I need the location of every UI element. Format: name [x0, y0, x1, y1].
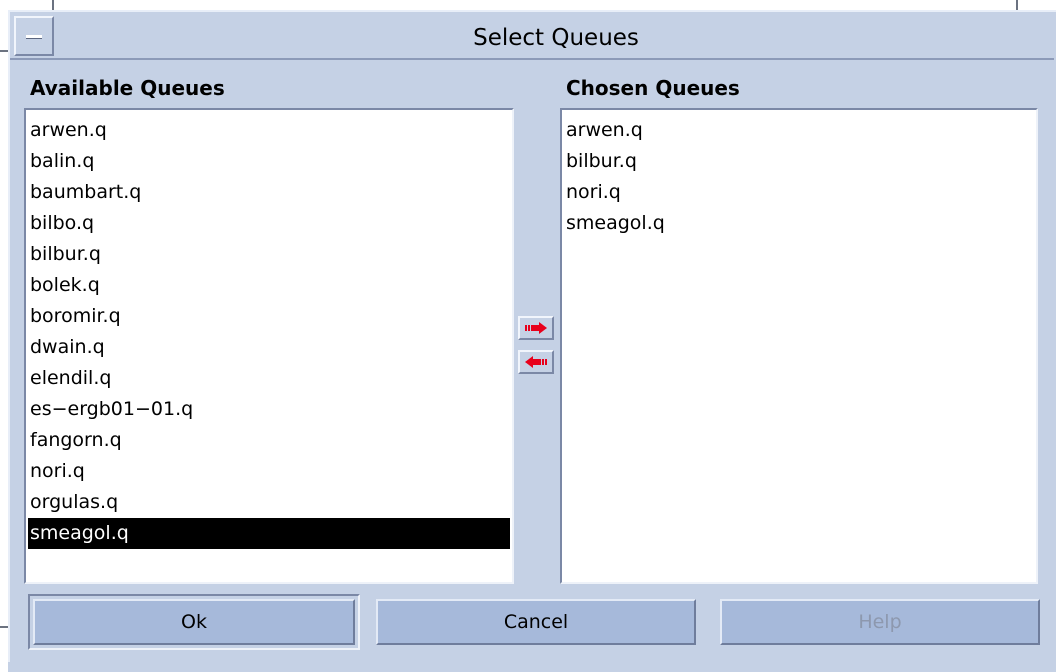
list-item[interactable]: elendil.q: [28, 363, 510, 394]
list-item[interactable]: es−ergb01−01.q: [28, 394, 510, 425]
available-queues-items: arwen.q balin.q baumbart.q bilbo.q bilbur.q b…: [28, 115, 510, 549]
right-arrow-icon: [525, 322, 547, 334]
list-item[interactable]: boromir.q: [28, 301, 510, 332]
list-item[interactable]: nori.q: [28, 456, 510, 487]
list-item[interactable]: balin.q: [28, 146, 510, 177]
available-queues-label: Available Queues: [30, 76, 225, 100]
chosen-queues-list[interactable]: arwen.q bilbur.q nori.q smeagol.q: [560, 108, 1038, 584]
add-queue-button[interactable]: [518, 316, 554, 340]
resize-corner-mark: [0, 50, 8, 52]
list-item[interactable]: bilbo.q: [28, 208, 510, 239]
ok-button[interactable]: Ok: [33, 599, 355, 645]
list-item[interactable]: arwen.q: [564, 115, 1034, 146]
list-item[interactable]: bilbur.q: [28, 239, 510, 270]
list-item[interactable]: smeagol.q: [28, 518, 510, 549]
window-menu-button[interactable]: [14, 16, 54, 56]
list-item[interactable]: orgulas.q: [28, 487, 510, 518]
list-item[interactable]: bolek.q: [28, 270, 510, 301]
available-queues-list[interactable]: arwen.q balin.q baumbart.q bilbo.q bilbur.q b…: [24, 108, 514, 584]
minus-icon: [26, 35, 42, 39]
resize-corner-mark: [52, 0, 54, 10]
outer-border-top: [0, 0, 1056, 10]
list-item[interactable]: baumbart.q: [28, 177, 510, 208]
resize-corner-mark: [0, 626, 8, 628]
help-button[interactable]: Help: [720, 599, 1040, 645]
list-item[interactable]: nori.q: [564, 177, 1034, 208]
list-item[interactable]: bilbur.q: [564, 146, 1034, 177]
outer-border-left: [0, 0, 8, 672]
list-item[interactable]: dwain.q: [28, 332, 510, 363]
cancel-button[interactable]: Cancel: [376, 599, 696, 645]
select-queues-dialog: Select Queues Available Queues arwen.q ba…: [0, 0, 1056, 672]
list-item[interactable]: fangorn.q: [28, 425, 510, 456]
list-item[interactable]: smeagol.q: [564, 208, 1034, 239]
chosen-queues-items: arwen.q bilbur.q nori.q smeagol.q: [564, 115, 1034, 239]
remove-queue-button[interactable]: [518, 350, 554, 374]
chosen-queues-label: Chosen Queues: [566, 76, 740, 100]
resize-corner-mark: [1016, 0, 1018, 10]
left-arrow-icon: [525, 356, 547, 368]
list-item[interactable]: arwen.q: [28, 115, 510, 146]
window-title: Select Queues: [473, 25, 639, 51]
